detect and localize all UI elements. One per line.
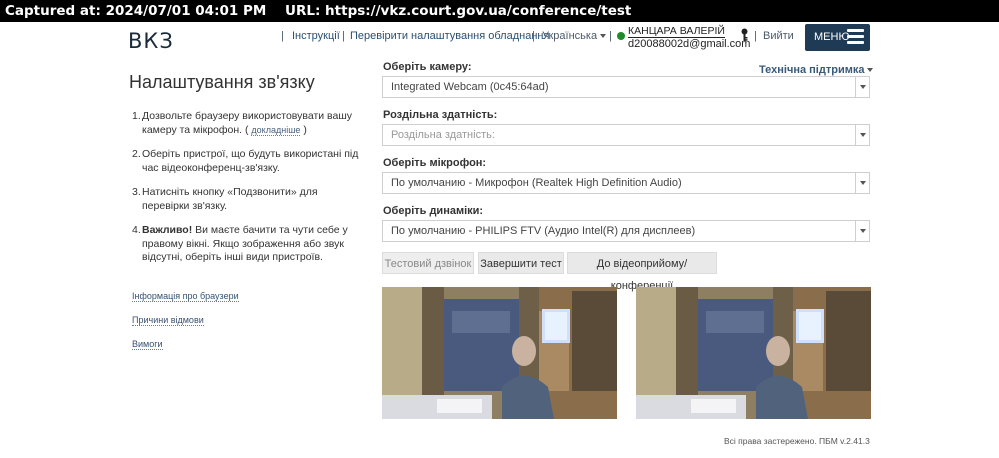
- caret-down-icon: [600, 34, 607, 39]
- capture-timestamp: Captured at: 2024/07/01 04:01 PM: [5, 3, 267, 19]
- key-icon[interactable]: [740, 28, 749, 47]
- capture-info-bar: Captured at: 2024/07/01 04:01 PM URL: ht…: [0, 0, 999, 22]
- end-test-button[interactable]: Завершити тест: [478, 252, 564, 274]
- page-title: Налаштування зв'язку: [129, 72, 315, 92]
- remote-video-preview: [636, 287, 871, 419]
- resolution-select[interactable]: Роздільна здатність:: [382, 124, 870, 146]
- nav-separator: |: [342, 30, 345, 42]
- microphone-value: По умолчанию - Микрофон (Realtek High De…: [391, 177, 682, 189]
- language-dropdown[interactable]: Українська: [542, 30, 607, 42]
- menu-label: МЕНЮ: [814, 31, 850, 43]
- chevron-down-icon: [855, 77, 869, 97]
- menu-button[interactable]: МЕНЮ: [805, 24, 870, 51]
- footer-copyright: Всі права застережено. ПБМ v.2.41.3: [724, 436, 870, 446]
- nav-separator: |: [281, 30, 284, 42]
- camera-label: Оберіть камеру:: [383, 61, 472, 73]
- nav-separator: |: [754, 30, 757, 42]
- speakers-label: Оберіть динаміки:: [383, 205, 484, 217]
- requirements-link[interactable]: Вимоги: [132, 339, 163, 350]
- details-link[interactable]: докладніше: [251, 124, 301, 136]
- instruction-step: 2. Оберіть пристрої, що будуть використа…: [132, 148, 359, 174]
- nav-separator: |: [609, 30, 612, 42]
- instruction-step: 1. Дозвольте браузеру використовувати ва…: [132, 110, 353, 136]
- to-conference-button[interactable]: До відеоприйому/конференції: [567, 252, 717, 292]
- instructions-list: 1. Дозвольте браузеру використовувати ва…: [132, 110, 367, 276]
- resolution-placeholder: Роздільна здатність:: [391, 129, 495, 141]
- camera-value: Integrated Webcam (0c45:64ad): [391, 81, 549, 93]
- chevron-down-icon: [855, 125, 869, 145]
- refusal-reasons-link[interactable]: Причини відмови: [132, 315, 204, 326]
- microphone-select[interactable]: По умолчанию - Микрофон (Realtek High De…: [382, 172, 870, 194]
- microphone-label: Оберіть мікрофон:: [383, 157, 487, 169]
- resolution-label: Роздільна здатність:: [383, 109, 498, 121]
- speakers-value: По умолчанию - PHILIPS FTV (Аудио Intel(…: [391, 225, 696, 237]
- nav-check-equipment-link[interactable]: Перевірити налаштування обладнання: [350, 30, 549, 42]
- chevron-down-icon: [855, 221, 869, 241]
- nav-separator: |: [532, 30, 535, 42]
- nav-instructions-link[interactable]: Інструкції: [292, 30, 340, 42]
- user-name-link[interactable]: КАНЦАРА ВАЛЕРІЙ: [628, 25, 725, 38]
- speakers-select[interactable]: По умолчанию - PHILIPS FTV (Аудио Intel(…: [382, 220, 870, 242]
- capture-url: URL: https://vkz.court.gov.ua/conference…: [285, 3, 632, 19]
- local-video-preview: [382, 287, 617, 419]
- online-status-icon: [617, 32, 625, 40]
- site-logo[interactable]: ВКЗ: [128, 29, 174, 53]
- camera-select[interactable]: Integrated Webcam (0c45:64ad): [382, 76, 870, 98]
- chevron-down-icon: [855, 173, 869, 193]
- tech-support-label: Технічна підтримка: [759, 64, 865, 76]
- logout-link[interactable]: Вийти: [763, 30, 794, 42]
- hamburger-icon: [847, 29, 864, 47]
- browser-info-link[interactable]: Інформація про браузери: [132, 291, 239, 302]
- language-label: Українська: [542, 30, 598, 42]
- side-links: Інформація про браузери Причини відмови …: [132, 291, 239, 363]
- instruction-step: 3. Натисніть кнопку «Подзвонити» для пер…: [132, 186, 318, 212]
- test-call-button[interactable]: Тестовий дзвінок: [382, 252, 474, 274]
- instruction-step: 4. Важливо! Ви маєте бачити та чути себе…: [132, 224, 348, 263]
- user-email: d20088002d@gmail.com: [628, 38, 751, 50]
- tech-support-dropdown[interactable]: Технічна підтримка: [759, 64, 874, 76]
- caret-down-icon: [867, 68, 874, 73]
